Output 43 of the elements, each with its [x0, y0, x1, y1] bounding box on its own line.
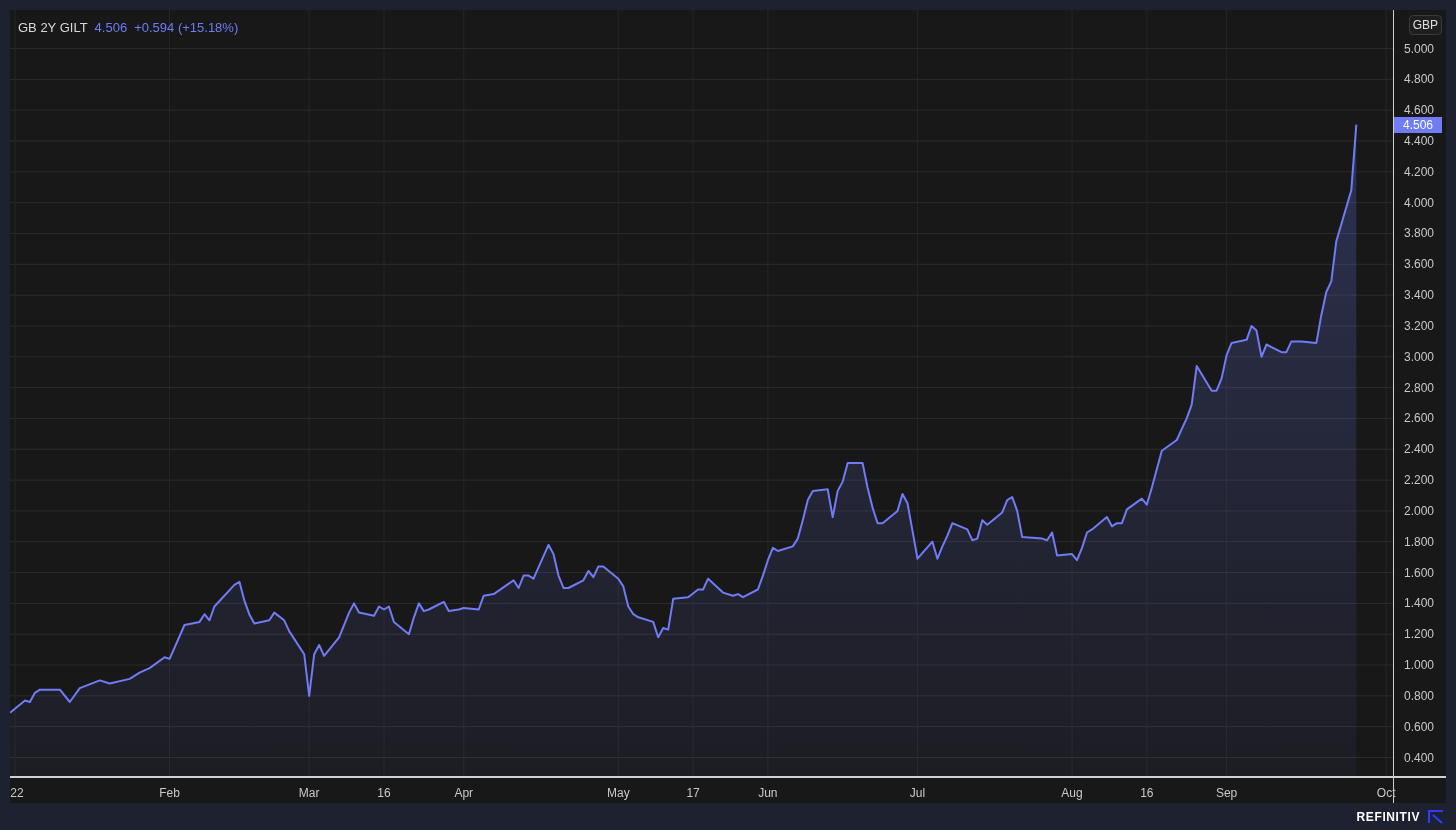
- y-axis-label: 2.200: [1404, 472, 1435, 489]
- instrument-name: GB 2Y GILT: [18, 19, 88, 37]
- x-axis-label: Apr: [454, 785, 474, 802]
- logo-icon: [1428, 809, 1444, 824]
- y-axis-label: 4.800: [1404, 71, 1435, 88]
- y-axis-label: 0.800: [1404, 687, 1435, 704]
- y-axis-label: 2.600: [1404, 410, 1435, 427]
- y-axis-label: 0.400: [1404, 749, 1435, 766]
- y-axis-label: 2.400: [1404, 441, 1435, 458]
- x-axis-label: Aug: [1061, 785, 1083, 802]
- x-axis-label: Feb: [159, 785, 180, 802]
- y-axis-label: 1.600: [1404, 564, 1435, 581]
- y-axis-label: 2.800: [1404, 379, 1435, 396]
- y-axis-label: 1.200: [1404, 626, 1435, 643]
- y-axis-label: 3.800: [1404, 225, 1435, 242]
- x-axis-label: 16: [1140, 785, 1154, 802]
- y-axis-label: 0.600: [1404, 718, 1435, 735]
- y-axis-label: 5.000: [1404, 40, 1435, 57]
- price-tag: 4.506: [1394, 116, 1442, 133]
- y-axis-label: 1.400: [1404, 595, 1435, 612]
- y-axis-label: 3.000: [1404, 348, 1435, 365]
- x-axis-label: 16: [377, 785, 391, 802]
- y-axis-label: 4.600: [1404, 102, 1435, 119]
- currency-badge: GBP: [1408, 15, 1442, 35]
- x-axis-label: 22: [10, 785, 24, 802]
- last-price: 4.506: [94, 19, 128, 37]
- y-axis-label: 3.600: [1404, 256, 1435, 273]
- y-axis-label: 4.400: [1404, 133, 1435, 149]
- x-axis-label: May: [606, 785, 630, 802]
- brand-name: REFINITIV: [1356, 808, 1420, 826]
- y-axis-label: 4.000: [1404, 194, 1435, 211]
- x-axis-label: Jul: [909, 785, 926, 802]
- y-axis-label: 2.000: [1404, 502, 1435, 519]
- x-axis-label: Mar: [298, 785, 320, 802]
- price-change: +0.594 (+15.18%): [134, 19, 239, 37]
- y-axis-label: 3.400: [1404, 287, 1435, 304]
- y-axis-label: 1.000: [1404, 657, 1435, 673]
- x-axis-label: Jun: [758, 785, 778, 802]
- x-axis-label: Sep: [1215, 785, 1238, 802]
- y-axis-label: 1.800: [1404, 533, 1435, 550]
- y-axis-label: 4.200: [1404, 163, 1435, 180]
- x-axis-label: 17: [686, 785, 700, 802]
- y-axis-label: 3.200: [1404, 317, 1435, 334]
